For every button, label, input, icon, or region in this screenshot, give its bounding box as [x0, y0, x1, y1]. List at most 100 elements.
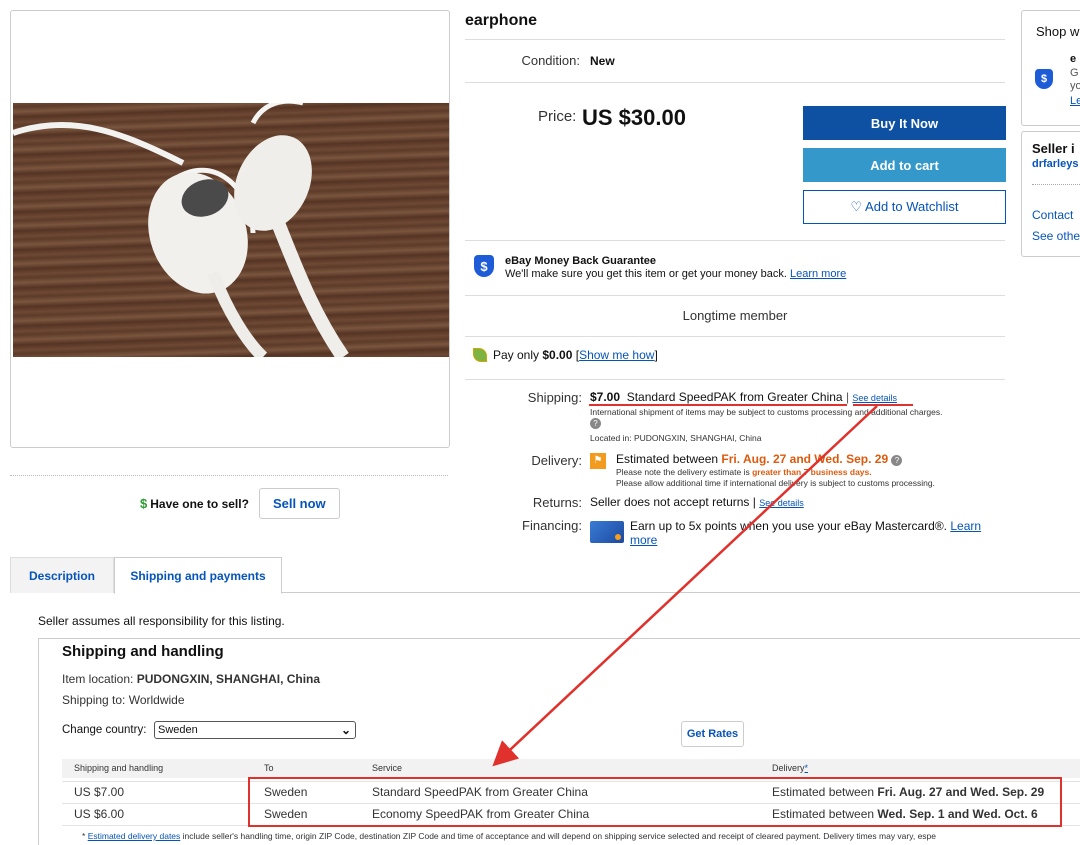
- earphone-illustration: [13, 103, 349, 357]
- guarantee-title: eBay Money Back Guarantee: [505, 255, 657, 267]
- shipping-label: Shipping:: [527, 390, 582, 405]
- table-header: Shipping and handling To Service Deliver…: [62, 759, 1080, 778]
- shipping-to: Shipping to: Worldwide: [62, 693, 185, 707]
- pay-amount: $0.00: [542, 348, 573, 362]
- returns-text: Seller does not accept returns |: [590, 495, 756, 509]
- member-badge: Longtime member: [682, 308, 788, 323]
- pay-row: Pay only $0.00 [Show me how]: [473, 348, 658, 362]
- change-country-label: Change country:: [62, 724, 147, 736]
- shop-learn-link[interactable]: Le: [1070, 95, 1080, 107]
- row-cost: US $6.00: [74, 807, 125, 821]
- help-icon[interactable]: ?: [891, 455, 903, 466]
- returns-see-details-link[interactable]: See details: [759, 498, 804, 508]
- country-select-value: Sweden: [158, 724, 198, 736]
- divider: [465, 379, 1005, 380]
- delivery-label: Delivery:: [531, 453, 582, 468]
- seller-name-link[interactable]: drfarleys: [1032, 158, 1078, 170]
- show-me-how-link[interactable]: Show me how: [579, 348, 654, 362]
- returns-label: Returns:: [532, 495, 582, 510]
- divider: [465, 336, 1005, 337]
- delivery-estimate: Estimated between Fri. Aug. 27 and Wed. …: [616, 452, 903, 466]
- customs-note: International shipment of items may be s…: [590, 407, 943, 417]
- header-delivery-text: Delivery: [772, 763, 805, 773]
- shipping-see-details-link[interactable]: See details: [852, 393, 897, 403]
- header-shipping: Shipping and handling: [74, 763, 164, 773]
- divider: [465, 82, 1005, 83]
- footnote-star: *: [82, 831, 86, 841]
- item-location: Item location: PUDONGXIN, SHANGHAI, Chin…: [62, 672, 320, 686]
- see-other-items-link[interactable]: See othe: [1032, 229, 1080, 243]
- sell-question: $ Have one to sell?: [140, 496, 249, 511]
- seller-title: Seller i: [1032, 141, 1075, 156]
- pay-prefix: Pay only: [493, 348, 540, 362]
- product-image-frame[interactable]: [10, 10, 450, 448]
- shop-title: Shop w: [1036, 24, 1080, 39]
- contact-seller-link[interactable]: Contact: [1032, 208, 1073, 222]
- header-delivery: Delivery*: [772, 763, 808, 773]
- delivery-range: Fri. Aug. 27 and Wed. Sep. 29: [721, 452, 889, 466]
- seller-info-panel: Seller i drfarleys Contact See othe: [1021, 131, 1080, 257]
- condition-label: Condition:: [521, 53, 580, 68]
- shield-icon: $: [1035, 69, 1053, 89]
- price-label: Price:: [538, 108, 577, 125]
- row-cost: US $7.00: [74, 785, 125, 799]
- divider: [1032, 184, 1080, 185]
- add-to-cart-button[interactable]: Add to cart: [803, 148, 1006, 182]
- delivery-prefix: Estimated between: [616, 452, 719, 466]
- item-title: earphone: [465, 12, 538, 29]
- annotation-highlight-box: [248, 777, 1062, 827]
- add-to-watchlist-button[interactable]: ♡ Add to Watchlist: [803, 190, 1006, 224]
- dollar-icon: $: [140, 496, 148, 511]
- item-location-label: Item location:: [62, 672, 134, 686]
- delivery-note-2: Please allow additional time if internat…: [616, 478, 935, 488]
- sell-row: $ Have one to sell? Sell now: [140, 488, 340, 519]
- divider: [465, 295, 1005, 296]
- get-rates-button[interactable]: Get Rates: [681, 721, 744, 747]
- shipping-handling-title: Shipping and handling: [62, 643, 224, 660]
- estimated-delivery-dates-link[interactable]: Estimated delivery dates: [88, 831, 181, 841]
- sell-now-button[interactable]: Sell now: [258, 488, 340, 519]
- learn-more-link[interactable]: Learn more: [790, 268, 846, 280]
- shop-line-3: yo: [1070, 80, 1080, 92]
- footnote-text: include seller's handling time, origin Z…: [182, 831, 937, 841]
- flag-icon: ⚑: [590, 453, 606, 469]
- tab-shipping-and-payments[interactable]: Shipping and payments: [114, 557, 282, 594]
- guarantee-body: We'll make sure you get this item or get…: [505, 268, 787, 280]
- seller-responsibility-note: Seller assumes all responsibility for th…: [38, 614, 285, 628]
- financing-text: Earn up to 5x points when you use your e…: [630, 519, 1000, 547]
- country-select[interactable]: Sweden ⌄: [154, 721, 356, 739]
- price-value: US $30.00: [582, 105, 686, 130]
- sell-question-text: Have one to sell?: [150, 496, 249, 511]
- shop-line-1: e: [1070, 53, 1077, 65]
- delivery-note-prefix: Please note the delivery estimate is: [616, 467, 750, 477]
- divider: [10, 475, 448, 476]
- shop-line-2: G: [1070, 67, 1079, 79]
- header-service: Service: [372, 763, 403, 773]
- divider: [465, 240, 1005, 241]
- chevron-down-icon: ⌄: [340, 723, 351, 737]
- financing-label: Financing:: [522, 518, 582, 533]
- delivery-footnote-link[interactable]: *: [805, 763, 809, 773]
- delivery-footnote: * Estimated delivery dates include selle…: [82, 831, 936, 841]
- item-location-value: PUDONGXIN, SHANGHAI, China: [136, 672, 321, 686]
- buy-it-now-button[interactable]: Buy It Now: [803, 106, 1006, 140]
- shipping-service: Standard SpeedPAK from Greater China: [626, 390, 843, 404]
- help-icon[interactable]: ?: [590, 418, 601, 429]
- guarantee-text: We'll make sure you get this item or get…: [505, 268, 846, 280]
- shipping-cost: $7.00: [590, 390, 621, 404]
- shop-with-confidence-panel: Shop w $ e G yo Le: [1021, 10, 1080, 126]
- delivery-note-1: Please note the delivery estimate is gre…: [616, 467, 872, 477]
- product-photo[interactable]: [13, 103, 449, 357]
- header-to: To: [264, 763, 274, 773]
- mastercard-icon: [590, 521, 624, 543]
- delivery-note-emphasis: greater than 7 business days.: [752, 467, 872, 477]
- returns-value: Seller does not accept returns | See det…: [590, 495, 804, 509]
- shield-icon: $: [474, 255, 494, 277]
- item-location-note: Located in: PUDONGXIN, SHANGHAI, China: [590, 433, 762, 443]
- divider: [465, 39, 1005, 40]
- leaf-icon: [473, 348, 487, 362]
- condition-value: New: [590, 54, 615, 68]
- financing-body: Earn up to 5x points when you use your e…: [630, 519, 948, 533]
- tab-description[interactable]: Description: [10, 557, 114, 593]
- annotation-underline: [589, 404, 847, 406]
